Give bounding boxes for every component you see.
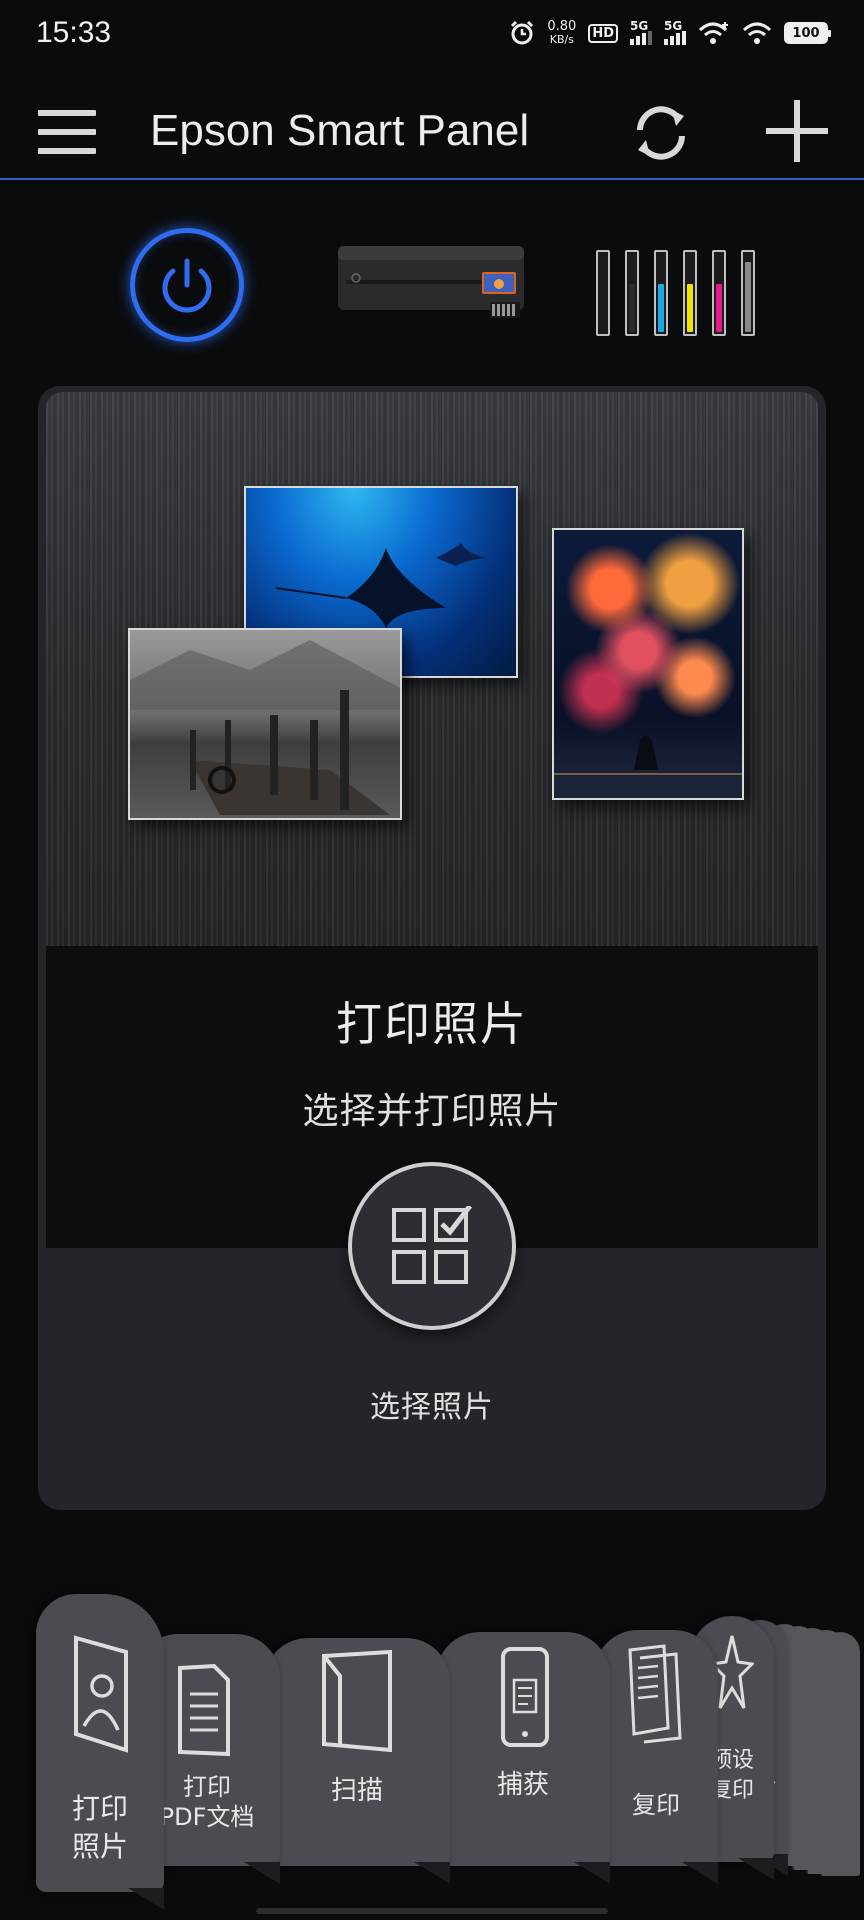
photo-fireworks [552,528,744,800]
function-carousel[interactable]: 合 预设 复印 复印 捕获 [0,1580,864,1920]
ink-fill [600,284,606,332]
app-bar: Epson Smart Panel [0,86,864,180]
signal-5g-2-icon: 5G [664,19,686,45]
card-subtitle: 选择并打印照片 [302,1091,562,1132]
phone-capture-icon [501,1647,549,1747]
hd-badge: HD [588,23,618,43]
ink-fill [658,284,664,332]
ink-tank-2 [625,250,639,336]
power-icon [162,258,212,313]
home-indicator[interactable] [256,1908,608,1914]
ink-tank-4 [683,250,697,336]
power-button[interactable] [130,228,244,342]
scanner-icon [322,1649,392,1752]
function-card-1[interactable]: 打印 照片 [36,1594,164,1910]
function-label: 复印 [632,1791,680,1819]
network-speed-unit: KB/s [549,33,574,46]
battery-level: 100 [792,25,820,41]
status-time: 15:33 [36,16,112,49]
ink-fill [629,284,635,332]
sync-icon[interactable] [628,100,694,166]
network-speed-value: 0.80 [547,19,577,34]
ink-fill [745,262,751,332]
wifi-plus-icon [698,22,728,44]
function-card-5[interactable]: 复印 [594,1630,718,1884]
ink-fill [687,284,693,332]
feature-card: 打印照片 选择并打印照片 选择照片 [38,386,826,1510]
function-label: 打印 照片 [71,1792,128,1863]
function-card-3[interactable]: 扫描 [264,1638,450,1884]
printer-image[interactable] [334,240,528,324]
signal-label: 5G [630,19,649,33]
photo-portrait-icon [74,1635,128,1753]
app-title: Epson Smart Panel [150,106,530,155]
battery-icon: 100 [784,22,831,44]
photo-pier [128,628,402,820]
ink-tank-1 [596,250,610,336]
select-grid-icon [392,1206,472,1284]
function-card-4[interactable]: 捕获 [436,1632,610,1884]
hamburger-menu-icon[interactable] [38,110,96,154]
function-label: 捕获 [496,1770,549,1800]
select-photos-label: 选择照片 [370,1390,494,1425]
function-label: 扫描 [330,1776,383,1806]
wifi-icon [742,22,772,44]
ink-fill [716,284,722,332]
plus-icon[interactable] [766,100,828,162]
network-speed: 0.80 KB/s [547,20,576,46]
signal-label: 5G [664,19,683,33]
ink-tank-5 [712,250,726,336]
ink-tank-3 [654,250,668,336]
copy-icon [628,1644,682,1744]
ink-levels[interactable] [596,250,755,336]
alarm-icon [511,20,534,45]
hero-banner [46,392,818,946]
select-photos-button[interactable] [348,1162,516,1330]
status-icons: 0.80 KB/s HD 5G 5G 100 [509,19,831,46]
ink-tank-6 [741,250,755,336]
signal-5g-1-icon: 5G [630,19,652,45]
card-title: 打印照片 [336,997,528,1051]
status-bar: 15:33 0.80 KB/s HD 5G 5G 100 [0,0,864,66]
document-icon [178,1663,230,1757]
